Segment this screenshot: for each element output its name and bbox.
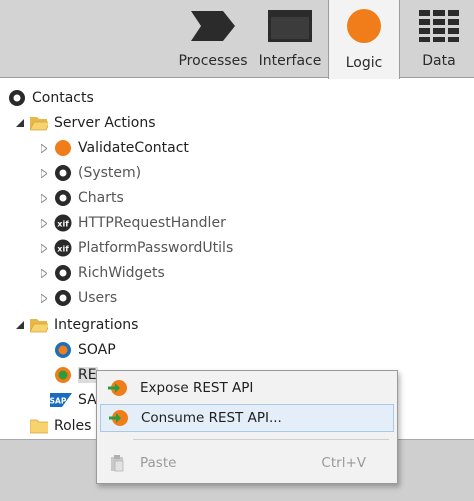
folder-open-icon	[30, 316, 48, 334]
top-tab-strip: Processes Interface Logic Data	[0, 0, 474, 79]
tree-item-label: (System)	[78, 165, 142, 181]
soap-icon	[54, 341, 72, 359]
expanded-arrow-icon[interactable]	[14, 313, 26, 337]
tree-item-label: Roles	[54, 418, 92, 434]
collapsed-arrow-icon[interactable]	[14, 414, 26, 438]
tab-label: Processes	[178, 53, 248, 69]
svg-text:xif: xif	[57, 245, 69, 254]
tree-item-label: SOAP	[78, 342, 116, 358]
folder-icon	[30, 417, 48, 435]
tab-label: Interface	[258, 53, 322, 69]
module-dot-icon	[54, 289, 72, 307]
tree-item-label: PlatformPasswordUtils	[78, 240, 234, 256]
module-dot-icon	[54, 164, 72, 182]
tab-label: Data	[422, 53, 456, 69]
menu-item-label: Consume REST API...	[141, 410, 282, 426]
tree-item-rest[interactable]: REST	[54, 363, 98, 387]
paste-icon	[106, 453, 128, 473]
menu-item-paste[interactable]: Paste Ctrl+V	[100, 449, 394, 477]
tab-label: Logic	[345, 55, 383, 71]
tree-item-soap[interactable]: SOAP	[54, 338, 116, 362]
collapsed-arrow-icon[interactable]	[38, 136, 50, 160]
menu-item-label: Expose REST API	[140, 380, 254, 396]
tree-item-system[interactable]: (System)	[38, 161, 141, 185]
tree-item-label: REST	[78, 367, 98, 383]
tree-item-platformpasswordutils[interactable]: xif PlatformPasswordUtils	[38, 236, 233, 260]
shortcut-label: Ctrl+V	[321, 455, 366, 471]
collapsed-arrow-icon[interactable]	[38, 236, 50, 260]
tree-item-sap[interactable]: SAP SAP	[50, 388, 98, 412]
svg-text:SAP: SAP	[50, 397, 67, 406]
consume-rest-icon	[107, 408, 129, 428]
sap-icon: SAP	[50, 391, 72, 409]
menu-item-consume-rest-api[interactable]: Consume REST API...	[100, 404, 394, 432]
tree-item-httprequesthandler[interactable]: xif HTTPRequestHandler	[38, 211, 226, 235]
tree-item-charts[interactable]: Charts	[38, 186, 124, 210]
module-root-icon	[8, 89, 26, 107]
rest-icon	[54, 366, 72, 384]
expanded-arrow-icon[interactable]	[14, 111, 26, 135]
table-grid-icon	[419, 10, 459, 42]
tab-interface[interactable]: Interface	[254, 0, 326, 78]
module-dot-icon	[54, 264, 72, 282]
tree-folder-server-actions[interactable]: Server Actions	[14, 111, 156, 135]
tree-item-richwidgets[interactable]: RichWidgets	[38, 261, 165, 285]
tree-item-label: Charts	[78, 190, 124, 206]
orange-circle-icon	[54, 139, 72, 157]
tree-item-label: SAP	[78, 392, 98, 408]
tree-item-label: Users	[78, 290, 118, 306]
tab-processes[interactable]: Processes	[174, 0, 252, 78]
folder-open-icon	[30, 114, 48, 132]
collapsed-arrow-icon[interactable]	[38, 261, 50, 285]
tree-folder-roles[interactable]: Roles	[14, 414, 91, 438]
xif-icon: xif	[54, 239, 72, 257]
tree-item-label: Contacts	[32, 90, 94, 106]
module-dot-icon	[54, 189, 72, 207]
window-icon	[268, 10, 312, 42]
tree-item-label: Integrations	[54, 317, 139, 333]
tree-item-label: Server Actions	[54, 115, 156, 131]
collapsed-arrow-icon[interactable]	[38, 286, 50, 310]
tab-data[interactable]: Data	[404, 0, 474, 78]
tab-logic[interactable]: Logic	[328, 0, 400, 79]
collapsed-arrow-icon[interactable]	[38, 161, 50, 185]
context-menu: Expose REST API Consume REST API... Past…	[96, 370, 398, 484]
menu-item-expose-rest-api[interactable]: Expose REST API	[100, 374, 394, 402]
tree-item-label: RichWidgets	[78, 265, 165, 281]
tree-item-label: HTTPRequestHandler	[78, 215, 226, 231]
tree-folder-integrations[interactable]: Integrations	[14, 313, 138, 337]
tree-root-contacts[interactable]: Contacts	[8, 86, 94, 110]
svg-text:xif: xif	[57, 220, 69, 229]
collapsed-arrow-icon[interactable]	[38, 186, 50, 210]
collapsed-arrow-icon[interactable]	[38, 211, 50, 235]
tree-item-users[interactable]: Users	[38, 286, 117, 310]
menu-item-label: Paste	[140, 455, 177, 471]
process-arrow-icon	[191, 11, 235, 41]
xif-icon: xif	[54, 214, 72, 232]
tree-item-label: ValidateContact	[78, 140, 189, 156]
tree-item-validatecontact[interactable]: ValidateContact	[38, 136, 189, 160]
expose-rest-icon	[106, 378, 128, 398]
menu-separator	[133, 439, 389, 440]
orange-circle-icon	[347, 9, 381, 43]
